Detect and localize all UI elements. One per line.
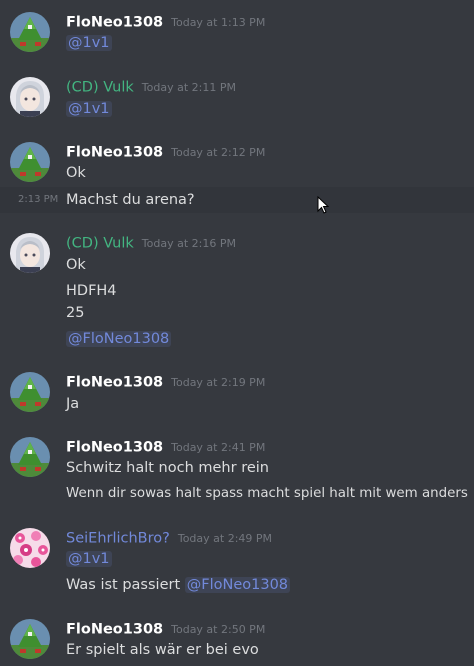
tree-avatar[interactable]: [10, 372, 50, 412]
message-text: @1v1: [66, 549, 112, 569]
mention[interactable]: @1v1: [66, 551, 112, 567]
message-text: Was ist passiert @FloNeo1308: [66, 575, 291, 595]
message-text: Wenn dir sowas halt spass macht spiel ha…: [66, 486, 468, 501]
timestamp: Today at 1:13 PM: [171, 16, 266, 29]
message-text: Ok: [66, 257, 86, 273]
timestamp: Today at 2:50 PM: [171, 623, 266, 636]
anime-avatar[interactable]: [10, 77, 50, 117]
message-text: @1v1: [66, 33, 112, 53]
message-text: Er spielt als wär er bei evo: [66, 642, 259, 658]
tree-avatar[interactable]: [10, 437, 50, 477]
tree-avatar[interactable]: [10, 12, 50, 52]
pink-pattern-avatar[interactable]: [10, 528, 50, 568]
message-text-fragment: Was ist passiert: [66, 577, 185, 593]
username[interactable]: FloNeo1308: [66, 145, 163, 161]
username[interactable]: FloNeo1308: [66, 15, 163, 31]
message-text: @FloNeo1308: [66, 329, 172, 349]
username[interactable]: FloNeo1308: [66, 622, 163, 638]
mention[interactable]: @1v1: [66, 101, 112, 117]
mention[interactable]: @1v1: [66, 35, 112, 51]
username[interactable]: FloNeo1308: [66, 440, 163, 456]
username[interactable]: FloNeo1308: [66, 375, 163, 391]
username[interactable]: (CD) Vulk: [66, 236, 134, 252]
timestamp: Today at 2:19 PM: [171, 376, 266, 389]
message-text: Schwitz halt noch mehr rein: [66, 460, 269, 476]
mention[interactable]: @FloNeo1308: [66, 331, 172, 347]
message-text: @1v1: [66, 99, 112, 119]
mention[interactable]: @FloNeo1308: [184, 577, 291, 593]
timestamp: Today at 2:11 PM: [141, 81, 236, 94]
tree-avatar[interactable]: [10, 142, 50, 182]
username[interactable]: (CD) Vulk: [66, 80, 134, 96]
timestamp: Today at 2:49 PM: [177, 532, 273, 545]
timestamp: Today at 2:16 PM: [141, 237, 236, 250]
username[interactable]: SeiEhrlichBro?: [66, 531, 170, 547]
hover-timestamp: 2:13 PM: [18, 194, 59, 205]
timestamp: Today at 2:12 PM: [171, 146, 266, 159]
tree-avatar[interactable]: [10, 619, 50, 659]
message-text: Machst du arena?: [66, 192, 195, 208]
message-text: 25: [66, 305, 85, 321]
anime-avatar[interactable]: [10, 233, 50, 273]
message-text: Ja: [66, 396, 80, 412]
chat-messages: 2:13 PM FloNeo1308 Today at 1:13 PM @1v1: [0, 0, 474, 666]
timestamp: Today at 2:41 PM: [171, 441, 266, 454]
message-text: Ok: [66, 165, 86, 181]
message-text: HDFH4: [66, 283, 117, 299]
mouse-cursor-icon: [317, 196, 329, 214]
